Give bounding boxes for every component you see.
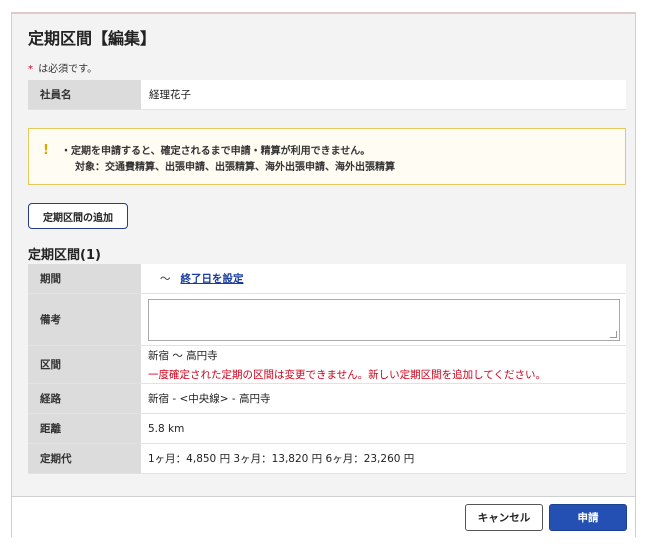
remarks-row: 備考 — [28, 294, 626, 346]
remarks-label: 備考 — [28, 294, 141, 345]
remarks-cell — [141, 294, 626, 345]
fare-value: 1ヶ月：4,850 円 3ヶ月：13,820 円 6ヶ月：23,260 円 — [141, 444, 626, 473]
section-heading: 定期区間(1) — [28, 248, 101, 263]
warning-box: ! ・定期を申請すると、確定されるまで申請・精算が利用できません。 対象：交通費… — [28, 128, 626, 185]
section-label: 区間 — [28, 346, 141, 383]
route-value: 新宿 - <中央線> - 高円寺 — [141, 384, 626, 413]
route-label: 経路 — [28, 384, 141, 413]
edit-commuter-pass-dialog: 定期区間【編集】 * は必須です。 社員名 経理花子 ! ・定期を申請すると、確… — [11, 12, 636, 537]
set-end-date-link[interactable]: 終了日を設定 — [181, 271, 244, 286]
warning-icon: ! — [43, 143, 49, 158]
distance-value: 5.8 km — [141, 414, 626, 443]
warning-line-2: 対象：交通費精算、出張申請、出張精算、海外出張申請、海外出張精算 — [75, 162, 395, 173]
warning-line-1: ・定期を申請すると、確定されるまで申請・精算が利用できません。 — [61, 146, 371, 157]
route-row: 経路 新宿 - <中央線> - 高円寺 — [28, 384, 626, 414]
period-separator: ～ — [160, 273, 171, 285]
add-pass-section-button[interactable]: 定期区間の追加 — [28, 203, 128, 229]
employee-label: 社員名 — [28, 80, 141, 109]
dialog-title: 定期区間【編集】 — [28, 29, 157, 48]
pass-section-table: 期間 ～ 終了日を設定 備考 区間 新宿 ～ 高円寺 一度確定された定期の区間は… — [28, 264, 626, 474]
period-row: 期間 ～ 終了日を設定 — [28, 264, 626, 294]
distance-row: 距離 5.8 km — [28, 414, 626, 444]
submit-button[interactable]: 申請 — [549, 504, 627, 531]
required-note-text: は必須です。 — [38, 64, 98, 75]
required-mark: * — [28, 64, 33, 75]
required-note: * は必須です。 — [28, 60, 97, 75]
fare-label: 定期代 — [28, 444, 141, 473]
distance-label: 距離 — [28, 414, 141, 443]
cancel-button[interactable]: キャンセル — [465, 504, 543, 531]
section-row: 区間 新宿 ～ 高円寺 一度確定された定期の区間は変更できません。新しい定期区間… — [28, 346, 626, 384]
dialog-footer: キャンセル 申請 — [12, 496, 635, 537]
fare-row: 定期代 1ヶ月：4,850 円 3ヶ月：13,820 円 6ヶ月：23,260 … — [28, 444, 626, 474]
section-error-message: 一度確定された定期の区間は変更できません。新しい定期区間を追加してください。 — [148, 368, 547, 381]
period-value: ～ 終了日を設定 — [141, 264, 626, 293]
section-value: 新宿 ～ 高円寺 — [148, 349, 218, 362]
section-cell: 新宿 ～ 高円寺 一度確定された定期の区間は変更できません。新しい定期区間を追加… — [141, 346, 626, 383]
employee-row: 社員名 経理花子 — [28, 80, 626, 110]
employee-name: 経理花子 — [141, 80, 626, 109]
remarks-textarea[interactable] — [148, 298, 620, 341]
period-label: 期間 — [28, 264, 141, 293]
